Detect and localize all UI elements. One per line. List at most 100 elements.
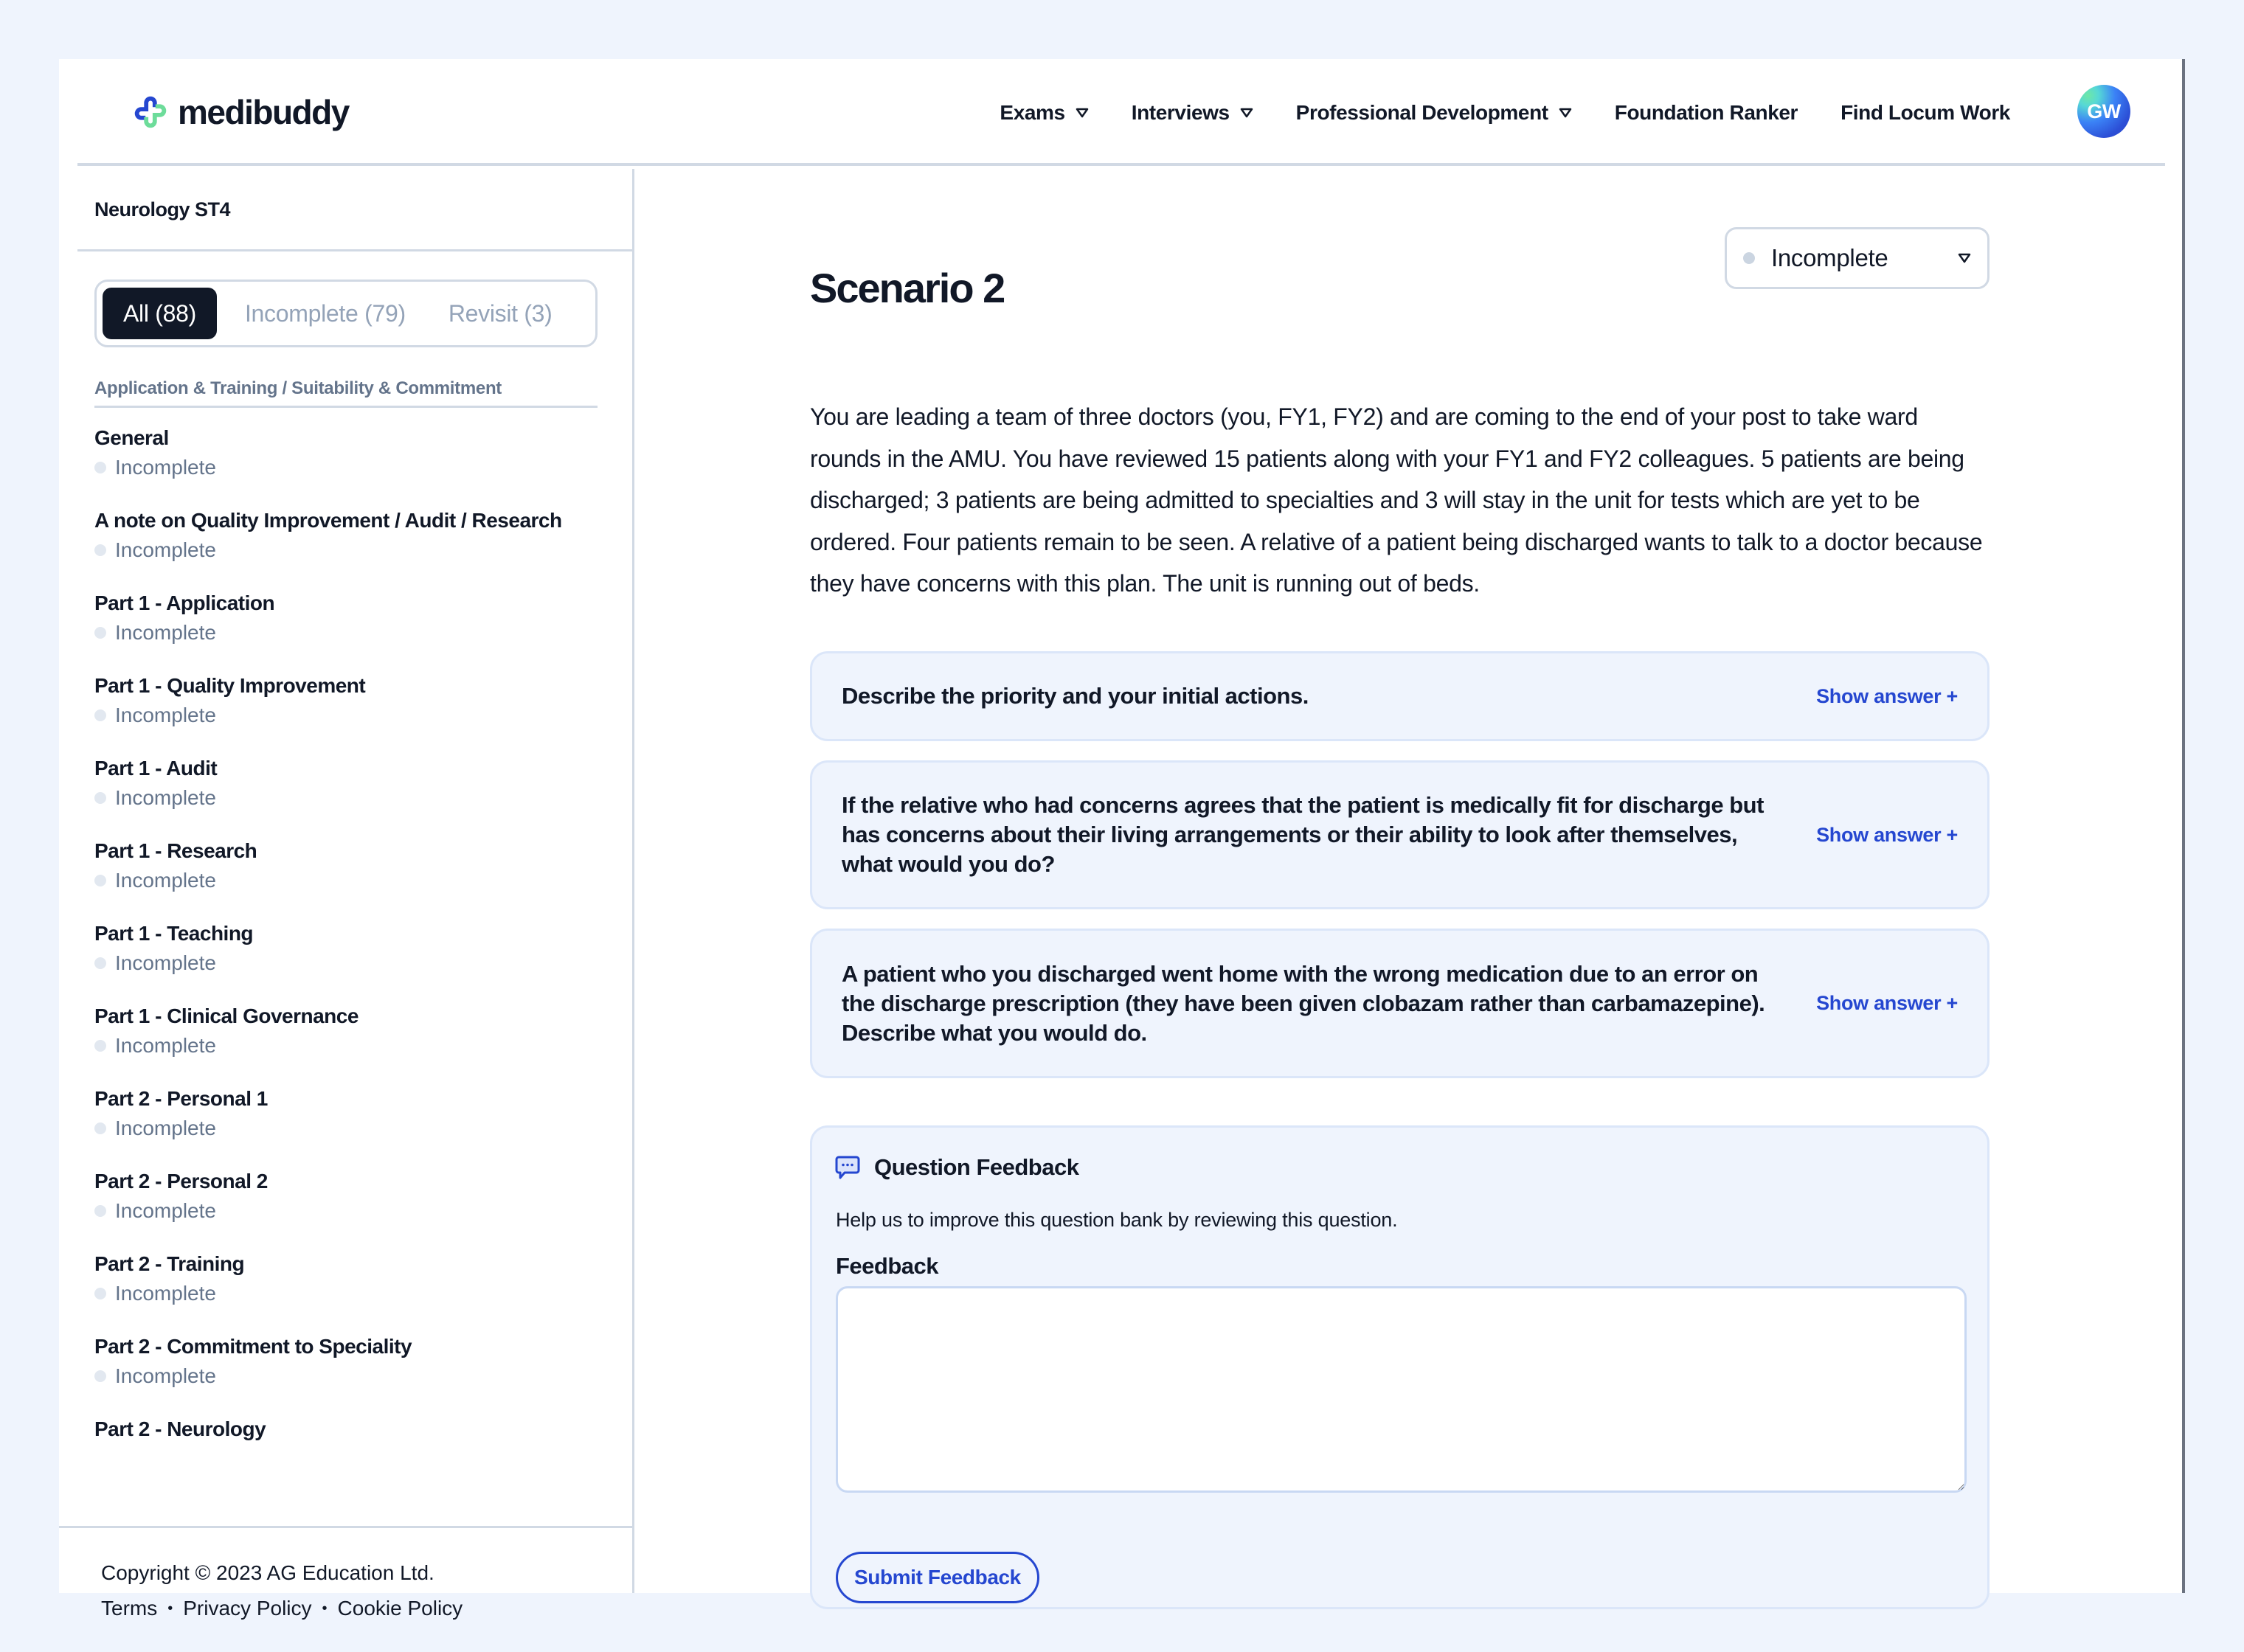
show-answer-button[interactable]: Show answer + — [1816, 992, 1958, 1015]
list-item[interactable]: General Incomplete — [94, 423, 626, 506]
list-item-title: Part 1 - Clinical Governance — [94, 1004, 359, 1027]
terms-link[interactable]: Terms — [101, 1597, 157, 1620]
status-label: Incomplete — [115, 1364, 216, 1387]
scenario-description: You are leading a team of three doctors … — [810, 403, 1983, 597]
status-label: Incomplete — [115, 1034, 216, 1057]
list-item-status: Incomplete — [94, 618, 626, 648]
status-dropdown-value: Incomplete — [1771, 244, 1888, 271]
feedback-description: Help us to improve this question bank by… — [836, 1209, 1398, 1231]
question-text: A patient who you discharged went home w… — [842, 960, 1765, 1046]
nav-foundation-ranker-label: Foundation Ranker — [1614, 101, 1798, 124]
status-label: Incomplete — [115, 538, 216, 561]
status-label: Incomplete — [115, 1117, 216, 1139]
list-item[interactable]: Part 1 - Quality Improvement Incomplete — [94, 671, 626, 754]
list-item[interactable]: Part 1 - Audit Incomplete — [94, 754, 626, 836]
status-dot-icon — [94, 792, 106, 804]
list-item-title: Part 1 - Research — [94, 839, 257, 862]
status-label: Incomplete — [115, 621, 216, 644]
sidebar: Neurology ST4 All (88) Incomplete (79) R… — [59, 169, 634, 1620]
question-card: If the relative who had concerns agrees … — [810, 760, 1990, 909]
list-item-title: Part 2 - Personal 1 — [94, 1087, 268, 1110]
nav-foundation-ranker[interactable]: Foundation Ranker — [1615, 101, 1798, 125]
list-item[interactable]: Part 1 - Application Incomplete — [94, 589, 626, 671]
footer-links: Terms • Privacy Policy • Cookie Policy — [101, 1597, 463, 1620]
nav-professional-development[interactable]: Professional Development — [1296, 101, 1572, 125]
list-item-status: Incomplete — [94, 1114, 626, 1143]
status-dot-icon — [94, 1040, 106, 1052]
nav-find-locum-work[interactable]: Find Locum Work — [1840, 101, 2010, 125]
status-label: Incomplete — [115, 456, 216, 479]
status-label: Incomplete — [115, 1199, 216, 1222]
status-dot-icon — [94, 462, 106, 473]
page-title: Scenario 2 — [810, 265, 1005, 311]
list-item[interactable]: Part 2 - Personal 2 Incomplete — [94, 1167, 626, 1249]
nav-interviews-label: Interviews — [1131, 101, 1230, 124]
list-item-status: Incomplete — [94, 1279, 626, 1308]
status-dot-icon — [94, 1288, 106, 1299]
separator: • — [167, 1600, 173, 1617]
list-item[interactable]: Part 2 - Personal 1 Incomplete — [94, 1084, 626, 1167]
tab-revisit[interactable]: Revisit (3) — [434, 288, 567, 339]
nav-interviews[interactable]: Interviews — [1132, 101, 1253, 125]
status-label: Incomplete — [115, 704, 216, 726]
list-item[interactable]: A note on Quality Improvement / Audit / … — [94, 506, 626, 589]
list-item-status: Incomplete — [94, 1031, 626, 1061]
list-item-status: Incomplete — [94, 1196, 626, 1226]
list-item-title: Part 2 - Training — [94, 1252, 245, 1275]
cookie-policy-link[interactable]: Cookie Policy — [338, 1597, 463, 1620]
feedback-field-label: Feedback — [836, 1253, 939, 1279]
list-item-status: Incomplete — [94, 1361, 626, 1391]
list-item-title: Part 2 - Neurology — [94, 1417, 266, 1440]
feedback-panel: Question Feedback Help us to improve thi… — [810, 1125, 1990, 1609]
show-answer-button[interactable]: Show answer + — [1816, 685, 1958, 708]
list-item-status: Incomplete — [94, 783, 626, 813]
list-item-title: A note on Quality Improvement / Audit / … — [94, 509, 562, 532]
question-card: Describe the priority and your initial a… — [810, 651, 1990, 741]
list-item[interactable]: Part 1 - Clinical Governance Incomplete — [94, 1002, 626, 1084]
list-item[interactable]: Part 1 - Research Incomplete — [94, 836, 626, 919]
list-item-title: Part 1 - Application — [94, 591, 275, 614]
list-item-title: Part 1 - Teaching — [94, 922, 254, 945]
list-item-title: Part 2 - Personal 2 — [94, 1170, 268, 1193]
list-item[interactable]: Part 2 - Commitment to Speciality Incomp… — [94, 1332, 626, 1415]
status-label: Incomplete — [115, 869, 216, 892]
privacy-policy-link[interactable]: Privacy Policy — [183, 1597, 311, 1620]
list-item-title: Part 1 - Quality Improvement — [94, 674, 366, 697]
feedback-textarea[interactable] — [836, 1286, 1967, 1493]
user-avatar[interactable]: GW — [2077, 85, 2130, 138]
brand-logo[interactable]: medibuddy — [129, 90, 350, 134]
list-item-title: General — [94, 426, 169, 449]
status-dropdown[interactable]: Incomplete — [1725, 227, 1990, 289]
status-label: Incomplete — [115, 1282, 216, 1305]
list-item-status: Incomplete — [94, 866, 626, 895]
tab-all[interactable]: All (88) — [103, 288, 217, 339]
status-dot-icon — [94, 1122, 106, 1134]
top-header: medibuddy Exams Interviews Professional … — [77, 59, 2165, 166]
nav-find-locum-work-label: Find Locum Work — [1840, 101, 2010, 124]
list-item[interactable]: Part 1 - Teaching Incomplete — [94, 919, 626, 1002]
status-dot-icon — [94, 709, 106, 721]
status-label: Incomplete — [115, 786, 216, 809]
tab-incomplete[interactable]: Incomplete (79) — [230, 288, 420, 339]
question-list[interactable]: General Incomplete A note on Quality Imp… — [94, 423, 626, 1526]
separator: • — [322, 1600, 328, 1617]
show-answer-button[interactable]: Show answer + — [1816, 824, 1958, 847]
divider — [77, 249, 634, 251]
status-dot-icon — [1743, 252, 1755, 264]
list-item[interactable]: Part 2 - Training Incomplete — [94, 1249, 626, 1332]
status-label: Incomplete — [115, 951, 216, 974]
status-dot-icon — [94, 957, 106, 969]
list-item[interactable]: Part 2 - Neurology — [94, 1415, 626, 1497]
status-dot-icon — [94, 1370, 106, 1382]
question-card: A patient who you discharged went home w… — [810, 929, 1990, 1078]
page-card: medibuddy Exams Interviews Professional … — [59, 59, 2185, 1620]
nav-exams[interactable]: Exams — [1000, 101, 1088, 125]
list-item-status: Incomplete — [94, 948, 626, 978]
submit-feedback-button[interactable]: Submit Feedback — [836, 1552, 1039, 1603]
copyright-text: Copyright © 2023 AG Education Ltd. — [101, 1561, 434, 1584]
status-dot-icon — [94, 1205, 106, 1217]
question-text: If the relative who had concerns agrees … — [842, 792, 1764, 877]
status-dot-icon — [94, 544, 106, 556]
divider — [59, 1526, 634, 1528]
logo-text: medibuddy — [178, 93, 350, 131]
